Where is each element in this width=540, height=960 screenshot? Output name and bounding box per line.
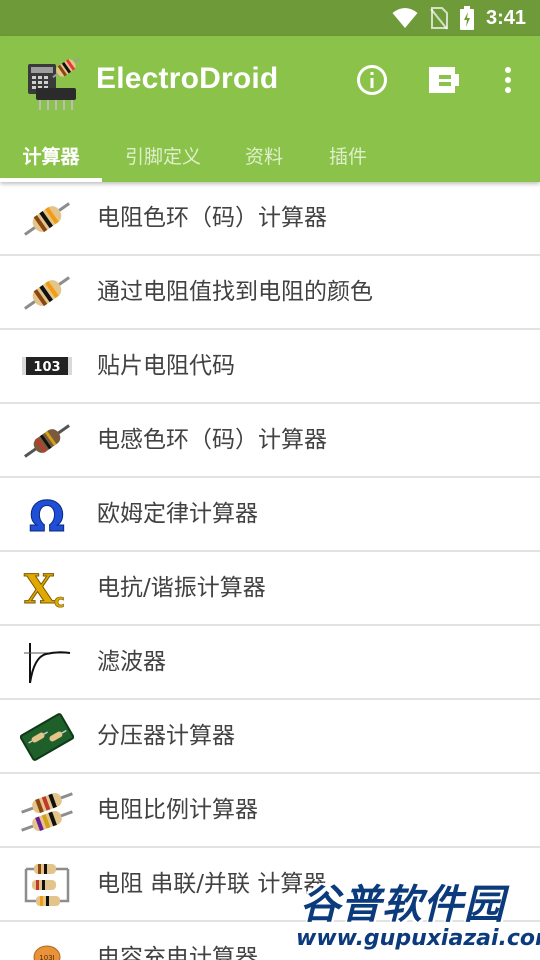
list-item[interactable]: 电阻色环（码）计算器 — [0, 182, 540, 256]
list-item[interactable]: 滤波器 — [0, 626, 540, 700]
svg-text:Ω: Ω — [29, 492, 65, 539]
tab-plugins[interactable]: 插件 — [312, 128, 384, 182]
smd-code: 103 — [33, 360, 60, 375]
resistor-icon — [20, 195, 74, 243]
list-item[interactable]: Ω 欧姆定律计算器 — [0, 478, 540, 552]
svg-text:X: X — [24, 566, 55, 613]
plug-connector-icon — [429, 67, 459, 93]
list-item-label: 贴片电阻代码 — [97, 353, 235, 379]
list-item-label: 电阻色环（码）计算器 — [97, 205, 327, 231]
status-clock: 3:41 — [485, 6, 526, 29]
overflow-menu-button[interactable] — [486, 58, 530, 102]
list-item-label: 滤波器 — [97, 649, 166, 675]
app-title: ElectroDroid — [96, 62, 279, 95]
list-item[interactable]: X c 电抗/谐振计算器 — [0, 552, 540, 626]
app-logo-icon — [22, 50, 84, 112]
tab-resources[interactable]: 资料 — [228, 128, 300, 182]
wifi-icon — [392, 8, 418, 28]
list-item[interactable]: 分压器计算器 — [0, 700, 540, 774]
tab-bar: 计算器 引脚定义 资料 插件 — [0, 128, 540, 182]
list-item[interactable]: 电阻比例计算器 — [0, 774, 540, 848]
calculator-list: 电阻色环（码）计算器 通过电阻值找到电阻的颜色 103 贴片电阻代码 电感色环（… — [0, 182, 540, 960]
list-item-label: 通过电阻值找到电阻的颜色 — [97, 279, 373, 305]
list-item-label: 欧姆定律计算器 — [97, 501, 258, 527]
watermark: 谷普软件园 www.gupuxiazai.com — [292, 872, 540, 960]
svg-text:c: c — [54, 591, 65, 612]
more-vert-icon — [505, 67, 511, 93]
watermark-url: www.gupuxiazai.com — [296, 926, 540, 951]
status-icons: 3:41 — [392, 4, 526, 32]
list-item-label: 分压器计算器 — [97, 723, 235, 749]
smd-resistor-icon: 103 — [20, 343, 74, 391]
tab-indicator — [0, 178, 102, 182]
list-item-label: 电阻比例计算器 — [97, 797, 258, 823]
info-icon — [357, 65, 387, 95]
list-item[interactable]: 103 贴片电阻代码 — [0, 330, 540, 404]
inductor-icon — [20, 417, 74, 465]
svg-text:103J: 103J — [39, 954, 54, 960]
resistor-network-icon — [20, 861, 74, 909]
capacitor-icon: 103J — [20, 935, 74, 960]
list-item[interactable]: 电感色环（码）计算器 — [0, 404, 540, 478]
list-item[interactable]: 通过电阻值找到电阻的颜色 — [0, 256, 540, 330]
filter-curve-icon — [20, 639, 74, 687]
omega-icon: Ω — [20, 491, 74, 540]
watermark-title: 谷普软件园 — [300, 882, 505, 928]
reactance-xc-icon: X c — [20, 565, 74, 614]
status-bar: 3:41 — [0, 0, 540, 36]
resistor-pair-icon — [20, 787, 74, 835]
connector-button[interactable] — [422, 58, 466, 102]
list-item-label: 电容充电计算器 — [97, 945, 258, 960]
battery-charging-icon — [459, 6, 474, 30]
tab-calculators[interactable]: 计算器 — [0, 128, 102, 182]
tab-pinouts[interactable]: 引脚定义 — [110, 128, 216, 182]
list-item-label: 电抗/谐振计算器 — [97, 575, 266, 601]
voltage-divider-board-icon — [20, 713, 74, 761]
list-item-label: 电感色环（码）计算器 — [97, 427, 327, 453]
app-bar: ElectroDroid 计算器 引脚定义 资料 插件 — [0, 36, 540, 182]
no-sim-icon — [430, 7, 448, 30]
resistor-icon — [20, 269, 74, 317]
info-button[interactable] — [350, 58, 394, 102]
